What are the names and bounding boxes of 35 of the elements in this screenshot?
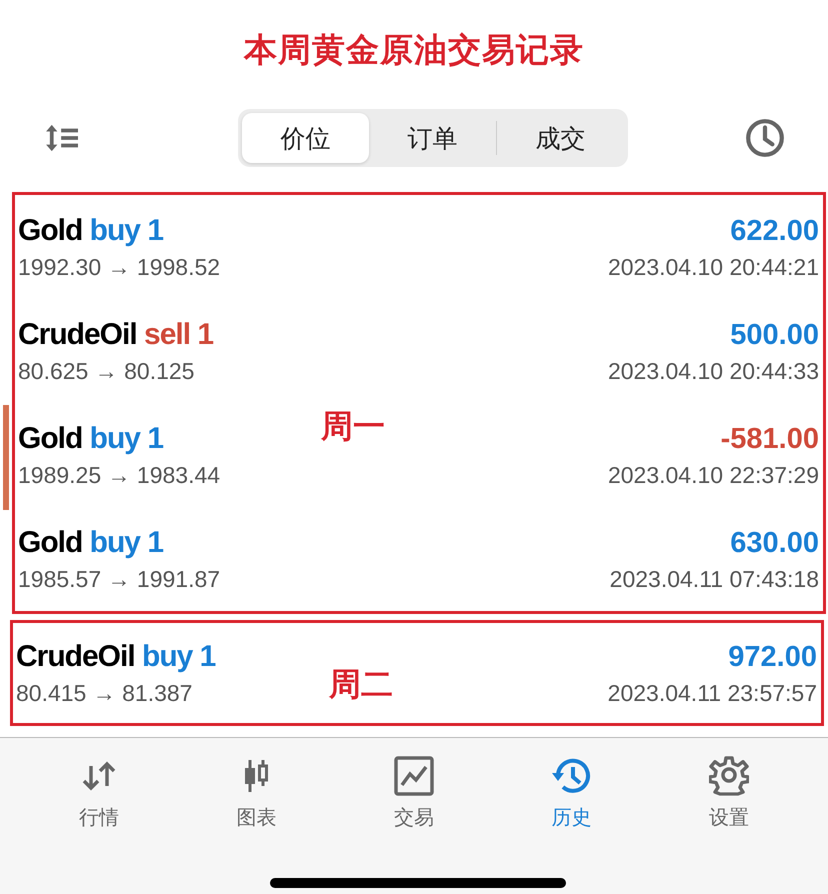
nav-item[interactable]: 历史 bbox=[522, 756, 622, 840]
price-range: 80.625 → 80.125 bbox=[18, 358, 194, 384]
nav-item[interactable]: 设置 bbox=[679, 756, 780, 840]
nav-item[interactable]: 交易 bbox=[364, 756, 464, 840]
trade-title: Gold buy 1 bbox=[18, 214, 164, 248]
history-icon bbox=[552, 756, 592, 796]
profit-amount: 630.00 bbox=[730, 526, 819, 560]
price-range: 1989.25 → 1983.44 bbox=[18, 462, 220, 488]
trade-title: Gold buy 1 bbox=[18, 526, 164, 560]
price-range: 80.415 → 81.387 bbox=[16, 680, 192, 706]
nav-item[interactable]: 图表 bbox=[206, 756, 306, 840]
day-label: 周一 bbox=[321, 407, 385, 446]
price-range: 1985.57 → 1991.87 bbox=[18, 566, 220, 592]
settings-icon bbox=[709, 756, 750, 796]
tab[interactable]: 成交 bbox=[497, 113, 624, 163]
tab[interactable]: 订单 bbox=[369, 113, 496, 163]
nav-item[interactable]: 行情 bbox=[48, 756, 149, 840]
profit-amount: 622.00 bbox=[730, 214, 819, 248]
day-label: 周二 bbox=[329, 665, 393, 704]
profit-amount: 500.00 bbox=[730, 318, 819, 352]
trade-time: 2023.04.11 07:43:18 bbox=[610, 566, 819, 592]
clock-icon[interactable] bbox=[744, 117, 786, 159]
page-title: 本周黄金原油交易记录 bbox=[242, 30, 585, 70]
price-range: 1992.30 → 1998.52 bbox=[18, 254, 220, 280]
trade-time: 2023.04.11 23:57:57 bbox=[608, 680, 817, 706]
tab[interactable]: 价位 bbox=[242, 113, 369, 163]
trade-title: Gold buy 1 bbox=[18, 422, 164, 456]
trade-time: 2023.04.10 22:37:29 bbox=[608, 462, 819, 488]
trade-title: CrudeOil sell 1 bbox=[18, 318, 214, 352]
line-chart-icon bbox=[394, 756, 434, 796]
trade-title: CrudeOil buy 1 bbox=[16, 640, 216, 674]
trade-time: 2023.04.10 20:44:33 bbox=[608, 358, 819, 384]
trade-time: 2023.04.10 20:44:21 bbox=[608, 254, 819, 280]
profit-amount: -581.00 bbox=[720, 422, 819, 456]
profit-amount: 972.00 bbox=[728, 640, 817, 674]
